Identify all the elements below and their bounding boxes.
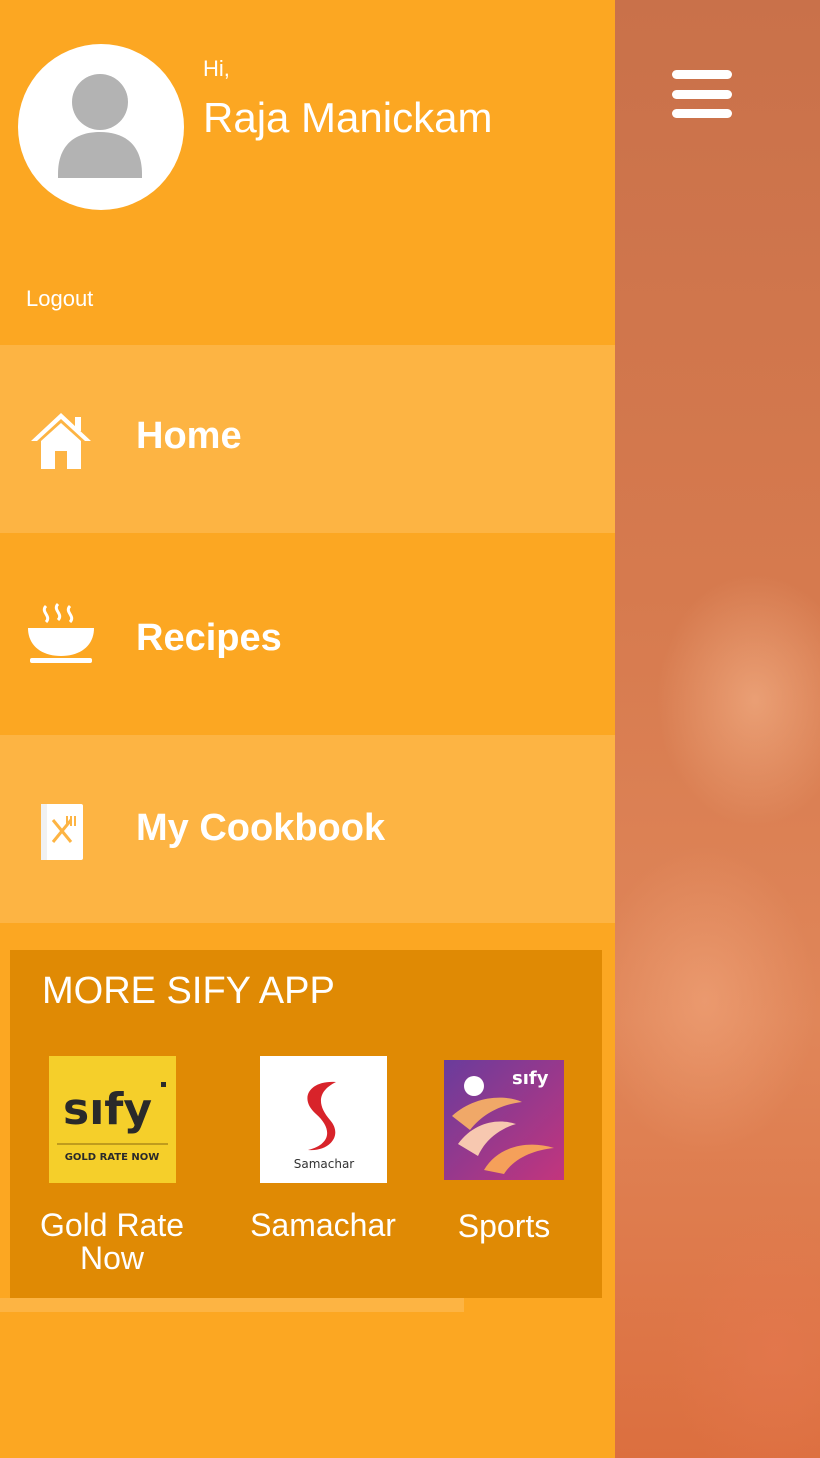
nav-label-home: Home [136, 415, 242, 457]
divider-strip [0, 1298, 464, 1312]
home-icon [26, 405, 96, 475]
more-sify-apps-panel: MORE SIFY APP sıfy GOLD RATE NOW Gold Ra… [10, 950, 602, 1298]
nav-label-my-cookbook: My Cookbook [136, 807, 386, 849]
app-name-gold-rate-now: Gold Rate Now [39, 1207, 185, 1276]
gold-logo-text: sıfy [63, 1084, 152, 1135]
samachar-logo-caption: Samachar [293, 1157, 354, 1171]
nav-item-recipes[interactable]: Recipes [0, 533, 615, 735]
cookbook-icon [26, 797, 96, 867]
logout-link[interactable]: Logout [26, 286, 93, 312]
nav-item-my-cookbook[interactable]: My Cookbook [0, 735, 615, 923]
nav-item-home[interactable]: Home [0, 345, 615, 533]
gold-rate-now-logo: sıfy GOLD RATE NOW [48, 1056, 176, 1183]
nav-label-recipes: Recipes [136, 617, 282, 659]
hamburger-menu-icon[interactable] [672, 70, 732, 118]
app-gold-rate-now[interactable]: sıfy GOLD RATE NOW Gold Rate Now [32, 1056, 192, 1275]
avatar[interactable] [18, 44, 184, 210]
gold-logo-caption: GOLD RATE NOW [64, 1152, 159, 1163]
user-name: Raja Manickam [203, 94, 493, 141]
app-name-sports: Sports [457, 1208, 551, 1244]
more-apps-title: MORE SIFY APP [42, 970, 335, 1012]
app-name-samachar: Samachar [250, 1207, 396, 1243]
app-samachar[interactable]: Samachar Samachar [238, 1056, 408, 1242]
samachar-logo: Samachar [259, 1056, 387, 1183]
background-food-image [615, 0, 820, 1458]
sports-logo: sıfy [444, 1060, 564, 1180]
soup-bowl-icon [26, 599, 96, 669]
profile-header: Hi, Raja Manickam Logout [0, 0, 615, 345]
user-silhouette-icon [58, 74, 142, 178]
sports-logo-text: sıfy [512, 1068, 549, 1089]
navigation-drawer: Hi, Raja Manickam Logout Home Recipes My… [0, 0, 615, 1458]
app-sports[interactable]: sıfy Sports [444, 1056, 564, 1243]
greeting-text: Hi, [203, 56, 230, 81]
